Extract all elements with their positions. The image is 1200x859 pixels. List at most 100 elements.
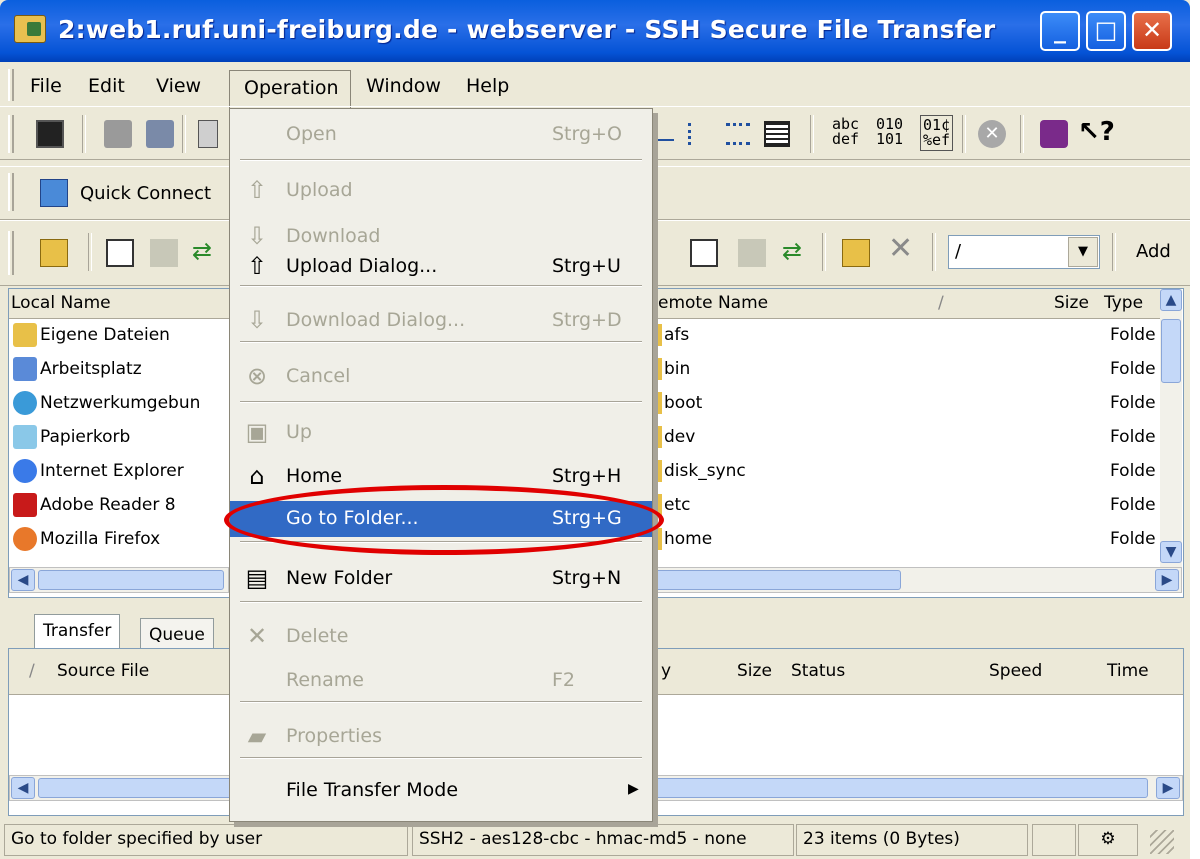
menu-item-file-transfer-mode[interactable]: File Transfer Mode ▶ — [230, 773, 652, 809]
toolbar-separator — [88, 233, 92, 271]
type-header[interactable]: Type — [1104, 293, 1143, 313]
view-icon[interactable] — [658, 127, 674, 141]
menu-separator — [240, 285, 642, 287]
scroll-down-icon[interactable]: ▼ — [1160, 541, 1182, 563]
scroll-left-icon[interactable]: ◀ — [11, 777, 35, 799]
list-icon[interactable] — [688, 123, 712, 145]
add-button[interactable]: Add — [1136, 241, 1171, 262]
refresh-icon[interactable]: ⇄ — [192, 237, 212, 265]
menu-view[interactable]: View — [156, 75, 201, 97]
print-icon[interactable] — [104, 120, 132, 148]
disconnect-icon[interactable] — [146, 120, 174, 148]
close-button[interactable]: ✕ — [1132, 11, 1172, 51]
remote-item-name: home — [664, 529, 713, 549]
local-item-label: Mozilla Firefox — [40, 529, 161, 549]
menu-operation[interactable]: Operation — [229, 70, 351, 110]
local-name-header[interactable]: Local Name — [9, 289, 229, 319]
remote-item[interactable]: afs Folde — [652, 319, 1158, 351]
status-header[interactable]: Status — [791, 661, 845, 681]
home-icon[interactable] — [106, 239, 134, 267]
adobe-reader-icon — [13, 493, 37, 517]
remote-name-header[interactable]: emote Name — [658, 293, 768, 313]
auto-mode-icon[interactable]: 01¢ %ef — [920, 115, 954, 151]
local-item[interactable]: Internet Explorer — [13, 455, 184, 487]
help-book-icon[interactable] — [1040, 120, 1068, 148]
whats-this-icon[interactable]: ↖? — [1078, 117, 1115, 147]
local-item[interactable]: Papierkorb — [13, 421, 130, 453]
path-value: / — [955, 241, 962, 262]
binary-mode-icon[interactable]: 010 101 — [876, 117, 903, 147]
quick-connect-button[interactable]: Quick Connect — [80, 183, 211, 204]
toolbar-grip[interactable] — [8, 173, 14, 211]
copy-icon[interactable] — [198, 120, 218, 148]
local-item[interactable]: Mozilla Firefox — [13, 523, 160, 555]
local-item[interactable]: Adobe Reader 8 — [13, 489, 176, 521]
resize-grip-icon[interactable] — [1150, 830, 1174, 854]
recycle-bin-icon — [13, 425, 37, 449]
toolbar-grip[interactable] — [8, 231, 14, 275]
local-item[interactable]: Arbeitsplatz — [13, 353, 142, 385]
menu-file[interactable]: File — [30, 75, 62, 97]
status-connection: SSH2 - aes128-cbc - hmac-md5 - none — [412, 824, 794, 856]
title-bar[interactable]: 2:web1.ruf.uni-freiburg.de - webserver -… — [0, 0, 1190, 62]
tab-queue[interactable]: Queue — [140, 618, 214, 648]
remote-up-folder-icon[interactable] — [738, 239, 766, 267]
toolbar-separator — [182, 115, 186, 153]
remote-home-icon[interactable] — [690, 239, 718, 267]
delete-icon[interactable]: ✕ — [888, 231, 913, 266]
local-horizontal-scrollbar[interactable]: ◀ — [9, 567, 229, 593]
transfer-size-header[interactable]: Size — [737, 661, 772, 681]
remote-vertical-scrollbar[interactable]: ▲ ▼ — [1160, 289, 1182, 567]
cancel-icon[interactable]: ✕ — [978, 120, 1006, 148]
menu-item-delete: ✕ Delete — [230, 619, 652, 655]
save-icon[interactable] — [36, 120, 64, 148]
menu-window[interactable]: Window — [366, 75, 441, 97]
remote-item-type: Folde — [1110, 359, 1156, 379]
window-title: 2:web1.ruf.uni-freiburg.de - webserver -… — [58, 15, 996, 44]
menu-bar: File Edit View Window Help — [0, 65, 1190, 105]
submenu-arrow-icon: ▶ — [628, 781, 639, 797]
path-combobox[interactable]: / ▼ — [948, 235, 1100, 269]
remote-item[interactable]: dev Folde — [652, 421, 1158, 453]
remote-item[interactable]: disk_sync Folde — [652, 455, 1158, 487]
menubar-grip[interactable] — [8, 69, 14, 101]
y-header[interactable]: y — [661, 661, 671, 681]
tab-transfer[interactable]: Transfer — [34, 614, 121, 648]
minimize-button[interactable]: _ — [1040, 11, 1080, 51]
scroll-right-icon[interactable]: ▶ — [1156, 777, 1180, 799]
toolbar-separator — [82, 115, 86, 153]
scroll-right-icon[interactable]: ▶ — [1155, 569, 1179, 591]
scroll-left-icon[interactable]: ◀ — [11, 569, 35, 591]
folder-up-icon[interactable] — [40, 239, 68, 267]
local-scroll-thumb[interactable] — [38, 570, 224, 590]
menu-item-upload-dialog[interactable]: ⇧ Upload Dialog... Strg+U — [230, 249, 652, 285]
remote-item[interactable]: boot Folde — [652, 387, 1158, 419]
up-folder-icon[interactable] — [150, 239, 178, 267]
speed-header[interactable]: Speed — [989, 661, 1042, 681]
path-dropdown-arrow-icon[interactable]: ▼ — [1068, 237, 1098, 267]
scroll-up-icon[interactable]: ▲ — [1160, 289, 1182, 311]
menu-edit[interactable]: Edit — [88, 75, 125, 97]
toolbar-grip[interactable] — [8, 115, 14, 153]
detail-view-icon[interactable] — [764, 121, 790, 147]
menu-item-new-folder[interactable]: ▤ New Folder Strg+N — [230, 561, 652, 597]
remote-refresh-icon[interactable]: ⇄ — [782, 237, 802, 265]
menu-item-label: Download — [286, 225, 381, 247]
size-header[interactable]: Size — [1054, 293, 1089, 313]
remote-item[interactable]: etc Folde — [652, 489, 1158, 521]
maximize-button[interactable]: □ — [1086, 11, 1126, 51]
local-item[interactable]: Eigene Dateien — [13, 319, 170, 351]
remote-hscroll-thumb[interactable] — [653, 570, 901, 590]
ascii-mode-icon[interactable]: abc def — [832, 117, 859, 147]
local-file-pane: Local Name Eigene Dateien Arbeitsplatz N… — [8, 288, 230, 598]
new-folder-icon[interactable] — [842, 239, 870, 267]
local-item[interactable]: Netzwerkumgebun — [13, 387, 200, 419]
remote-item[interactable]: home Folde — [652, 523, 1158, 555]
source-file-header[interactable]: Source File — [57, 661, 149, 681]
remote-scroll-thumb[interactable] — [1161, 319, 1181, 383]
time-header[interactable]: Time — [1107, 661, 1149, 681]
details-icon[interactable] — [726, 123, 750, 145]
menu-help[interactable]: Help — [466, 75, 509, 97]
remote-horizontal-scrollbar[interactable]: ▶ — [652, 567, 1182, 593]
remote-item[interactable]: bin Folde — [652, 353, 1158, 385]
